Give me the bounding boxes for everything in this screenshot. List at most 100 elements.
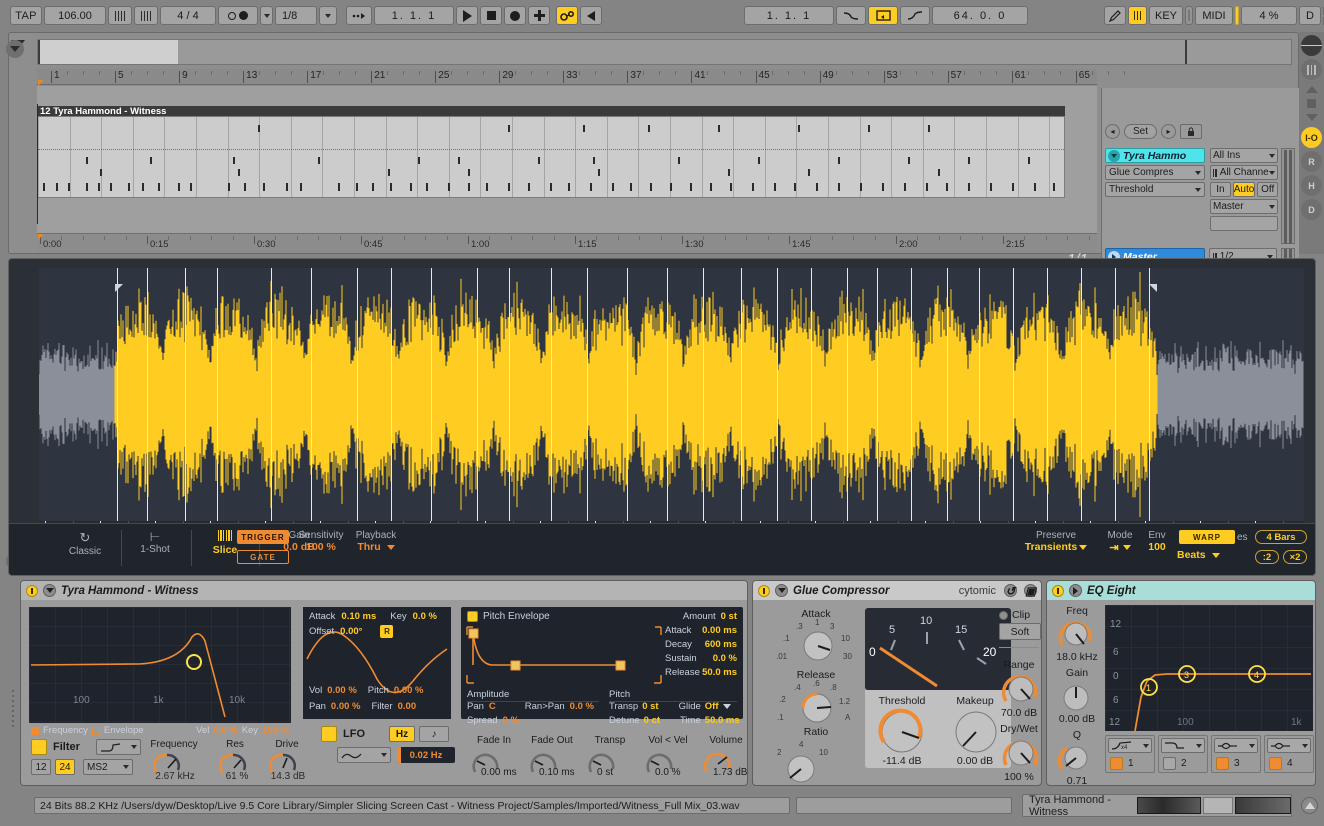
filter-drive-value[interactable]: 14.3 dB xyxy=(257,771,319,782)
output-channel-select[interactable] xyxy=(1210,216,1278,231)
midi-note[interactable] xyxy=(508,125,510,132)
slice-marker[interactable] xyxy=(979,268,980,521)
up-arrow-icon[interactable] xyxy=(1306,86,1318,93)
record-icon[interactable] xyxy=(504,6,526,25)
env-control[interactable]: Env 100 xyxy=(1139,530,1175,553)
loop-end-marker[interactable] xyxy=(1149,284,1157,292)
amp-pan-value[interactable]: C xyxy=(489,701,496,712)
simpler-fold-icon[interactable] xyxy=(43,584,56,597)
midi-note[interactable] xyxy=(904,183,906,191)
midi-note[interactable] xyxy=(56,183,58,191)
midi-note[interactable] xyxy=(410,183,412,191)
midi-note[interactable] xyxy=(233,157,235,164)
audio-clip[interactable] xyxy=(37,116,1065,198)
glue-release-knob[interactable]: .1 .2 .4 .6 .8 1.2 A xyxy=(775,680,861,728)
filter-slope-12[interactable]: 12 xyxy=(31,759,51,775)
glue-header[interactable]: Glue Compressor cytomic ↺ ▣ xyxy=(753,581,1041,600)
track-lane-empty[interactable] xyxy=(37,198,1065,222)
warp-button[interactable]: WARP xyxy=(1179,530,1235,544)
midi-map-button[interactable]: MIDI xyxy=(1195,6,1233,25)
pitch-amount-value[interactable]: 0 st xyxy=(721,611,737,622)
arrangement-overview[interactable] xyxy=(37,39,1292,65)
glue-threshold-value[interactable]: -11.4 dB xyxy=(865,755,939,767)
eq-header[interactable]: EQ Eight xyxy=(1047,581,1315,600)
slice-marker[interactable] xyxy=(271,268,272,521)
eq-freq-value[interactable]: 18.0 kHz xyxy=(1049,651,1105,663)
midi-note[interactable] xyxy=(1012,183,1014,191)
stop-icon[interactable] xyxy=(480,6,502,25)
slice-marker[interactable] xyxy=(1013,268,1014,521)
lfo-key-value[interactable]: 0.0 % xyxy=(413,611,437,622)
session-view-icon[interactable] xyxy=(1301,59,1322,80)
midi-note[interactable] xyxy=(648,125,650,132)
loop-start-marker[interactable] xyxy=(115,284,123,292)
overview-handle-left[interactable] xyxy=(38,40,40,64)
glue-range-knob[interactable] xyxy=(1001,671,1041,707)
playback-dropdown-icon[interactable] xyxy=(387,545,395,550)
slice-marker[interactable] xyxy=(147,268,148,521)
midi-note[interactable] xyxy=(150,157,152,164)
midi-note[interactable] xyxy=(158,183,160,191)
track-name[interactable]: Tyra Hammo xyxy=(1105,148,1205,163)
slice-marker[interactable] xyxy=(1081,268,1082,521)
midi-note[interactable] xyxy=(650,183,652,191)
eq-freq-knob[interactable] xyxy=(1057,617,1097,651)
lfo-filter-value[interactable]: 0.00 xyxy=(398,701,417,712)
session-record-icon[interactable] xyxy=(1128,6,1147,25)
glue-fold-icon[interactable] xyxy=(775,584,788,597)
eq-band-1[interactable]: x4 1 xyxy=(1105,735,1155,773)
midi-note[interactable] xyxy=(583,125,585,132)
time-signature-field[interactable]: 4 / 4 xyxy=(160,6,216,25)
overdub-dropdown[interactable] xyxy=(260,6,273,25)
input-channel-select[interactable]: All Channe xyxy=(1210,165,1278,180)
midi-note[interactable] xyxy=(68,183,70,191)
slice-marker[interactable] xyxy=(217,268,218,521)
glue-power-icon[interactable] xyxy=(758,585,770,597)
slice-marker[interactable] xyxy=(311,268,312,521)
midi-note[interactable] xyxy=(458,157,460,164)
midi-note[interactable] xyxy=(630,183,632,191)
monitor-auto-button[interactable]: Auto xyxy=(1233,182,1256,197)
midi-note[interactable] xyxy=(938,169,940,176)
eq-band-2[interactable]: 2 xyxy=(1158,735,1208,773)
glue-threshold-knob[interactable] xyxy=(875,708,929,758)
midi-note[interactable] xyxy=(860,183,862,191)
lfo-retrigger-button[interactable]: R xyxy=(380,625,393,638)
pitch-glide-value[interactable]: Off xyxy=(705,701,719,712)
eq-band-shape-select[interactable]: x4 xyxy=(1108,738,1152,753)
midi-note[interactable] xyxy=(128,183,130,191)
midi-note[interactable] xyxy=(678,157,680,164)
slice-marker[interactable] xyxy=(811,268,812,521)
midi-note[interactable] xyxy=(838,157,840,164)
midi-note[interactable] xyxy=(968,183,970,191)
slice-marker[interactable] xyxy=(1047,268,1048,521)
bars-value-button[interactable]: 4 Bars xyxy=(1255,530,1307,544)
track-lane-area[interactable]: 12 Tyra Hammond - Witness xyxy=(37,86,1097,233)
amp-ranpan-value[interactable]: 0.0 % xyxy=(570,701,594,712)
midi-note[interactable] xyxy=(798,125,800,132)
eq-band-enable-toggle[interactable] xyxy=(1163,757,1176,770)
lfo-shape-select[interactable] xyxy=(337,747,391,763)
glue-ratio-knob[interactable]: 2 4 10 xyxy=(775,737,861,783)
pitch-envelope-toggle[interactable] xyxy=(467,611,478,622)
midi-note[interactable] xyxy=(758,157,760,164)
midi-note[interactable] xyxy=(568,183,570,191)
midi-note[interactable] xyxy=(670,183,672,191)
midi-note[interactable] xyxy=(228,183,230,191)
midi-note[interactable] xyxy=(774,183,776,191)
midi-note[interactable] xyxy=(968,157,970,164)
eq-q-knob[interactable] xyxy=(1057,741,1097,775)
back-to-arrangement-icon[interactable] xyxy=(580,6,602,25)
midi-note[interactable] xyxy=(508,183,510,191)
slice-marker[interactable] xyxy=(911,268,912,521)
slice-marker[interactable] xyxy=(185,268,186,521)
pitch-detune-value[interactable]: 0 ct xyxy=(644,715,660,726)
slice-marker[interactable] xyxy=(551,268,552,521)
play-icon[interactable] xyxy=(456,6,478,25)
warp-mode-dropdown-icon[interactable] xyxy=(1123,545,1131,550)
lock-icon[interactable] xyxy=(1180,124,1202,139)
eq-power-icon[interactable] xyxy=(1052,585,1064,597)
midi-note[interactable] xyxy=(1053,183,1055,191)
monitor-off-button[interactable]: Off xyxy=(1257,182,1278,197)
lfo-pan-value[interactable]: 0.00 % xyxy=(331,701,361,712)
